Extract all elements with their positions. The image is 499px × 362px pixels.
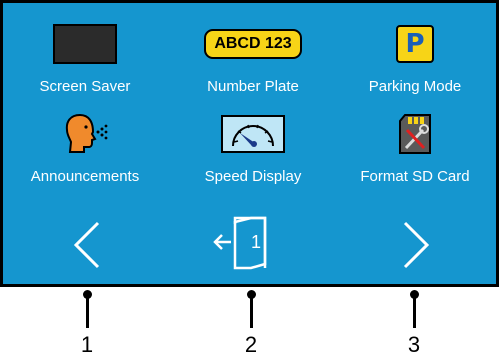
number-plate-icon: ABCD 123 <box>204 29 302 59</box>
announcements-tile[interactable]: Announcements <box>15 112 155 185</box>
parking-icon: P <box>396 25 434 63</box>
screen-saver-tile[interactable]: Screen Saver <box>15 22 155 95</box>
callout-label: 3 <box>407 332 421 357</box>
format-sd-card-label: Format SD Card <box>360 168 470 185</box>
number-plate-label: Number Plate <box>207 78 299 95</box>
format-sd-card-tile[interactable]: Format SD Card <box>345 112 485 185</box>
parking-mode-label: Parking Mode <box>368 78 462 95</box>
parking-mode-tile[interactable]: P Parking Mode <box>345 22 485 95</box>
exit-door-icon <box>213 216 267 270</box>
sd-card-tools-icon <box>399 114 431 154</box>
speed-display-tile[interactable]: Speed Display <box>183 112 323 185</box>
speedometer-icon <box>221 115 285 153</box>
callout-label: 1 <box>80 332 94 357</box>
screen-saver-label: Screen Saver <box>39 78 131 95</box>
exit-button[interactable]: 1 <box>213 216 275 272</box>
exit-number: 1 <box>250 232 261 252</box>
screen-saver-icon <box>53 24 117 64</box>
chevron-right-icon[interactable] <box>399 221 433 269</box>
speaking-head-icon <box>65 113 108 153</box>
announcements-label: Announcements <box>30 168 140 185</box>
speed-display-label: Speed Display <box>204 168 302 185</box>
callout-label: 2 <box>244 332 258 357</box>
number-plate-tile[interactable]: ABCD 123 Number Plate <box>183 22 323 95</box>
chevron-left-icon[interactable] <box>70 221 104 269</box>
device-screen: Screen Saver ABCD 123 Number Plate P Par… <box>0 0 499 287</box>
